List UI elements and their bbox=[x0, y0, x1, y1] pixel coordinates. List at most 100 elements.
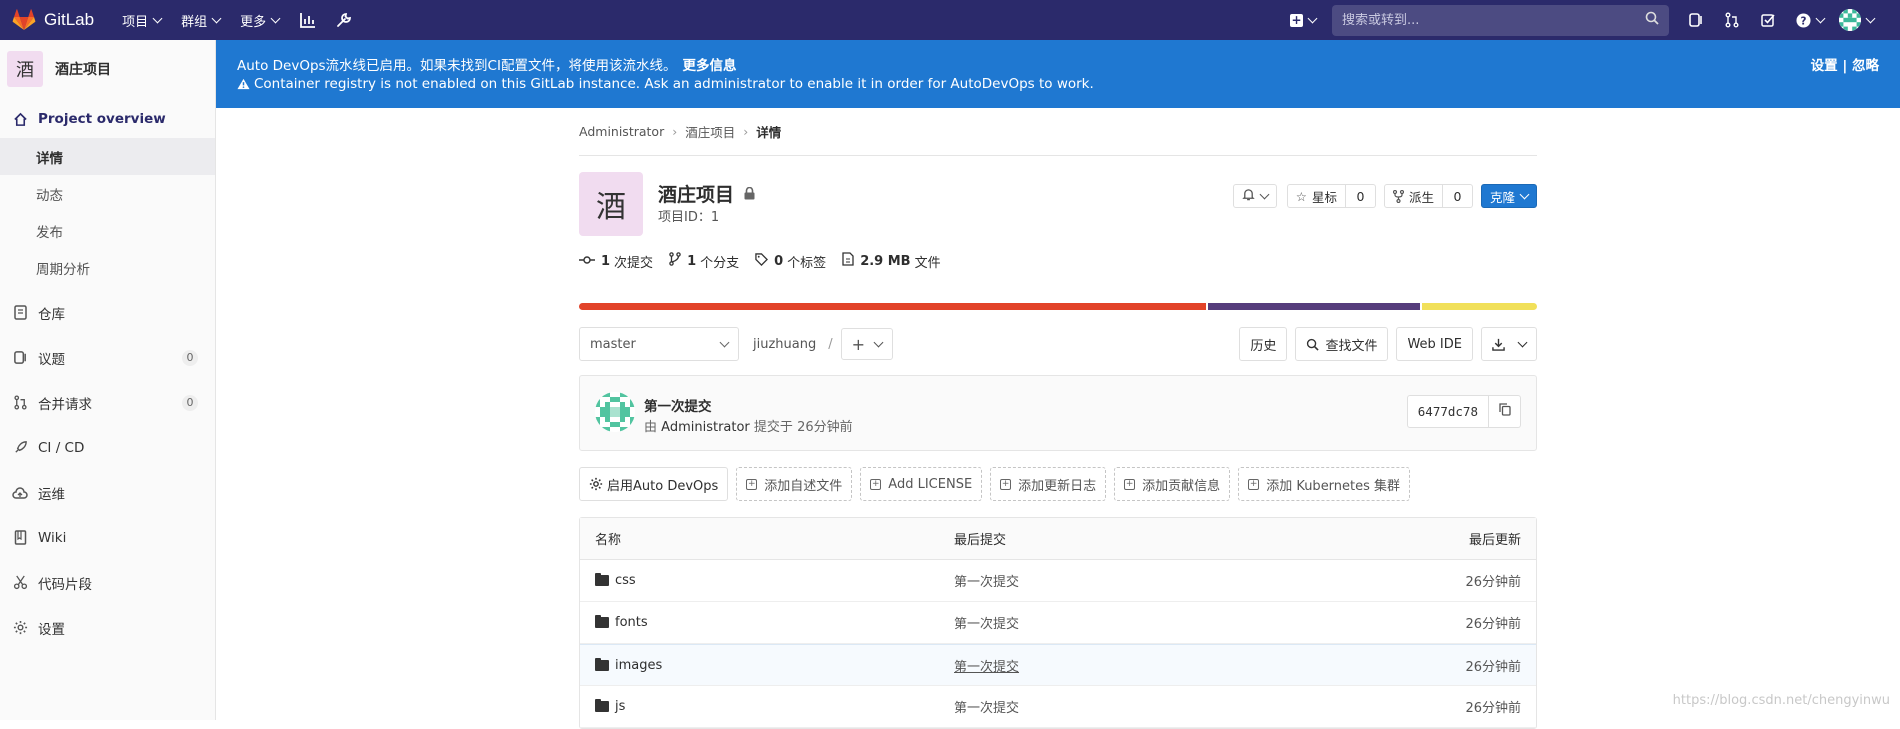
language-segment[interactable] bbox=[579, 303, 1206, 310]
commit-title-link[interactable]: 第一次提交 bbox=[644, 395, 712, 415]
sidebar-item-project-overview[interactable]: Project overview bbox=[0, 100, 215, 138]
breadcrumb-item[interactable]: Administrator bbox=[579, 124, 664, 139]
download-dropdown[interactable] bbox=[1481, 327, 1537, 361]
sidebar-project-header[interactable]: 酒 酒庄项目 bbox=[0, 40, 215, 98]
table-row[interactable]: css 第一次提交 26分钟前 bbox=[580, 560, 1536, 602]
lock-icon bbox=[744, 183, 755, 205]
todo-check-icon[interactable] bbox=[1759, 11, 1777, 29]
tag-icon bbox=[755, 253, 768, 270]
find-file-button[interactable]: 查找文件 bbox=[1295, 327, 1388, 361]
sidebar-item-ci-cd[interactable]: CI / CD bbox=[0, 425, 215, 470]
column-name: 名称 bbox=[595, 529, 621, 548]
star-count[interactable]: 0 bbox=[1346, 184, 1376, 208]
repository-language-bar[interactable] bbox=[579, 303, 1537, 310]
star-label: 星标 bbox=[1312, 187, 1337, 206]
activity-chart-icon[interactable] bbox=[299, 11, 317, 29]
notification-dropdown[interactable] bbox=[1233, 184, 1277, 208]
repository-path[interactable]: jiuzhuang/ bbox=[753, 337, 833, 352]
nav-projects[interactable]: 项目 bbox=[122, 11, 161, 30]
star-button[interactable]: ☆星标 bbox=[1287, 184, 1346, 208]
table-row[interactable]: js 第一次提交 26分钟前 bbox=[580, 686, 1536, 728]
commit-author-link[interactable]: Administrator bbox=[661, 420, 750, 435]
row-commit-link[interactable]: 第一次提交 bbox=[954, 613, 1019, 632]
row-commit-link[interactable]: 第一次提交 bbox=[954, 571, 1019, 590]
language-segment[interactable] bbox=[1208, 303, 1420, 310]
add-readme-button[interactable]: +添加自述文件 bbox=[736, 467, 852, 501]
table-row[interactable]: fonts 第一次提交 26分钟前 bbox=[580, 602, 1536, 644]
nav-more[interactable]: 更多 bbox=[240, 11, 279, 30]
user-menu[interactable] bbox=[1839, 9, 1874, 31]
breadcrumb-item[interactable]: 酒庄项目 bbox=[685, 122, 735, 141]
clone-button[interactable]: 克隆 bbox=[1481, 184, 1537, 208]
sidebar-item-merge-requests[interactable]: 合并请求 0 bbox=[0, 380, 215, 425]
clone-label: 克隆 bbox=[1490, 187, 1515, 206]
sidebar-item-wiki[interactable]: Wiki bbox=[0, 515, 215, 560]
add-license-button[interactable]: +Add LICENSE bbox=[860, 467, 982, 501]
add-contributing-button[interactable]: +添加贡献信息 bbox=[1114, 467, 1230, 501]
sidebar-sub-releases[interactable]: 发布 bbox=[0, 212, 215, 249]
add-to-tree-dropdown[interactable]: + bbox=[841, 328, 893, 360]
files-stat[interactable]: 2.9 MB文件 bbox=[842, 252, 940, 271]
tags-label: 个标签 bbox=[787, 252, 826, 271]
sidebar-sub-cycle-analytics[interactable]: 周期分析 bbox=[0, 249, 215, 286]
language-segment[interactable] bbox=[1422, 303, 1537, 310]
row-updated: 26分钟前 bbox=[1465, 571, 1521, 590]
commit-sha-link[interactable]: 6477dc78 bbox=[1407, 395, 1489, 428]
breadcrumb-current: 详情 bbox=[756, 122, 781, 141]
copy-sha-button[interactable] bbox=[1489, 395, 1521, 428]
commits-count: 1 bbox=[601, 254, 610, 269]
gear-icon bbox=[12, 620, 28, 636]
issues-nav-icon[interactable] bbox=[1687, 11, 1705, 29]
sidebar-item-settings[interactable]: 设置 bbox=[0, 605, 215, 650]
file-icon bbox=[842, 252, 854, 270]
project-avatar: 酒 bbox=[7, 51, 43, 87]
issues-count-badge: 0 bbox=[182, 350, 198, 366]
folder-link[interactable]: images bbox=[595, 658, 662, 673]
rocket-icon bbox=[12, 440, 28, 456]
gitlab-logo[interactable]: GitLab bbox=[12, 8, 94, 32]
web-ide-button[interactable]: Web IDE bbox=[1396, 327, 1473, 361]
sidebar-sub-activity[interactable]: 动态 bbox=[0, 175, 215, 212]
branches-stat[interactable]: 1个分支 bbox=[669, 252, 739, 271]
banner-warning-text: Container registry is not enabled on thi… bbox=[254, 76, 1094, 92]
sidebar-item-repository[interactable]: 仓库 bbox=[0, 290, 215, 335]
banner-more-info-link[interactable]: 更多信息 bbox=[682, 58, 736, 74]
search-input[interactable] bbox=[1342, 13, 1645, 28]
folder-link[interactable]: fonts bbox=[595, 615, 648, 630]
enable-auto-devops-button[interactable]: 启用Auto DevOps bbox=[579, 467, 728, 501]
fork-count[interactable]: 0 bbox=[1443, 184, 1473, 208]
search-box[interactable] bbox=[1332, 5, 1669, 36]
plus-square-icon: + bbox=[746, 479, 757, 490]
project-avatar-large: 酒 bbox=[579, 172, 643, 236]
row-commit-link[interactable]: 第一次提交 bbox=[954, 656, 1019, 675]
sidebar-sub-details[interactable]: 详情 bbox=[0, 138, 215, 175]
fork-button[interactable]: 派生 bbox=[1384, 184, 1443, 208]
folder-link[interactable]: css bbox=[595, 573, 636, 588]
bell-icon bbox=[1242, 188, 1255, 204]
merge-request-nav-icon[interactable] bbox=[1723, 11, 1741, 29]
sidebar-item-snippets[interactable]: 代码片段 bbox=[0, 560, 215, 605]
brand-name: GitLab bbox=[44, 10, 94, 30]
banner-actions[interactable]: 设置 | 忽略 bbox=[1811, 54, 1879, 74]
chevron-down-icon bbox=[720, 337, 730, 347]
branch-select[interactable]: master bbox=[579, 327, 739, 361]
help-dropdown[interactable]: ? bbox=[1795, 11, 1825, 29]
commits-stat[interactable]: 1次提交 bbox=[579, 252, 653, 271]
table-row[interactable]: images 第一次提交 26分钟前 bbox=[580, 644, 1536, 686]
add-changelog-button[interactable]: +添加更新日志 bbox=[990, 467, 1106, 501]
folder-link[interactable]: js bbox=[595, 699, 625, 714]
wrench-icon[interactable] bbox=[335, 11, 353, 29]
row-commit-link[interactable]: 第一次提交 bbox=[954, 697, 1019, 716]
history-button[interactable]: 历史 bbox=[1239, 327, 1287, 361]
sidebar-item-operations[interactable]: 运维 bbox=[0, 470, 215, 515]
commit-author-avatar[interactable] bbox=[595, 392, 635, 432]
nav-groups[interactable]: 群组 bbox=[181, 11, 220, 30]
tags-stat[interactable]: 0个标签 bbox=[755, 252, 826, 271]
sidebar-item-issues[interactable]: 议题 0 bbox=[0, 335, 215, 380]
add-kubernetes-label: 添加 Kubernetes 集群 bbox=[1266, 475, 1400, 494]
chevron-down-icon bbox=[1518, 337, 1528, 347]
add-kubernetes-cluster-button[interactable]: +添加 Kubernetes 集群 bbox=[1238, 467, 1410, 501]
project-id: 项目ID：1 bbox=[658, 206, 719, 225]
new-dropdown[interactable]: + bbox=[1290, 14, 1316, 27]
folder-icon bbox=[595, 701, 609, 712]
